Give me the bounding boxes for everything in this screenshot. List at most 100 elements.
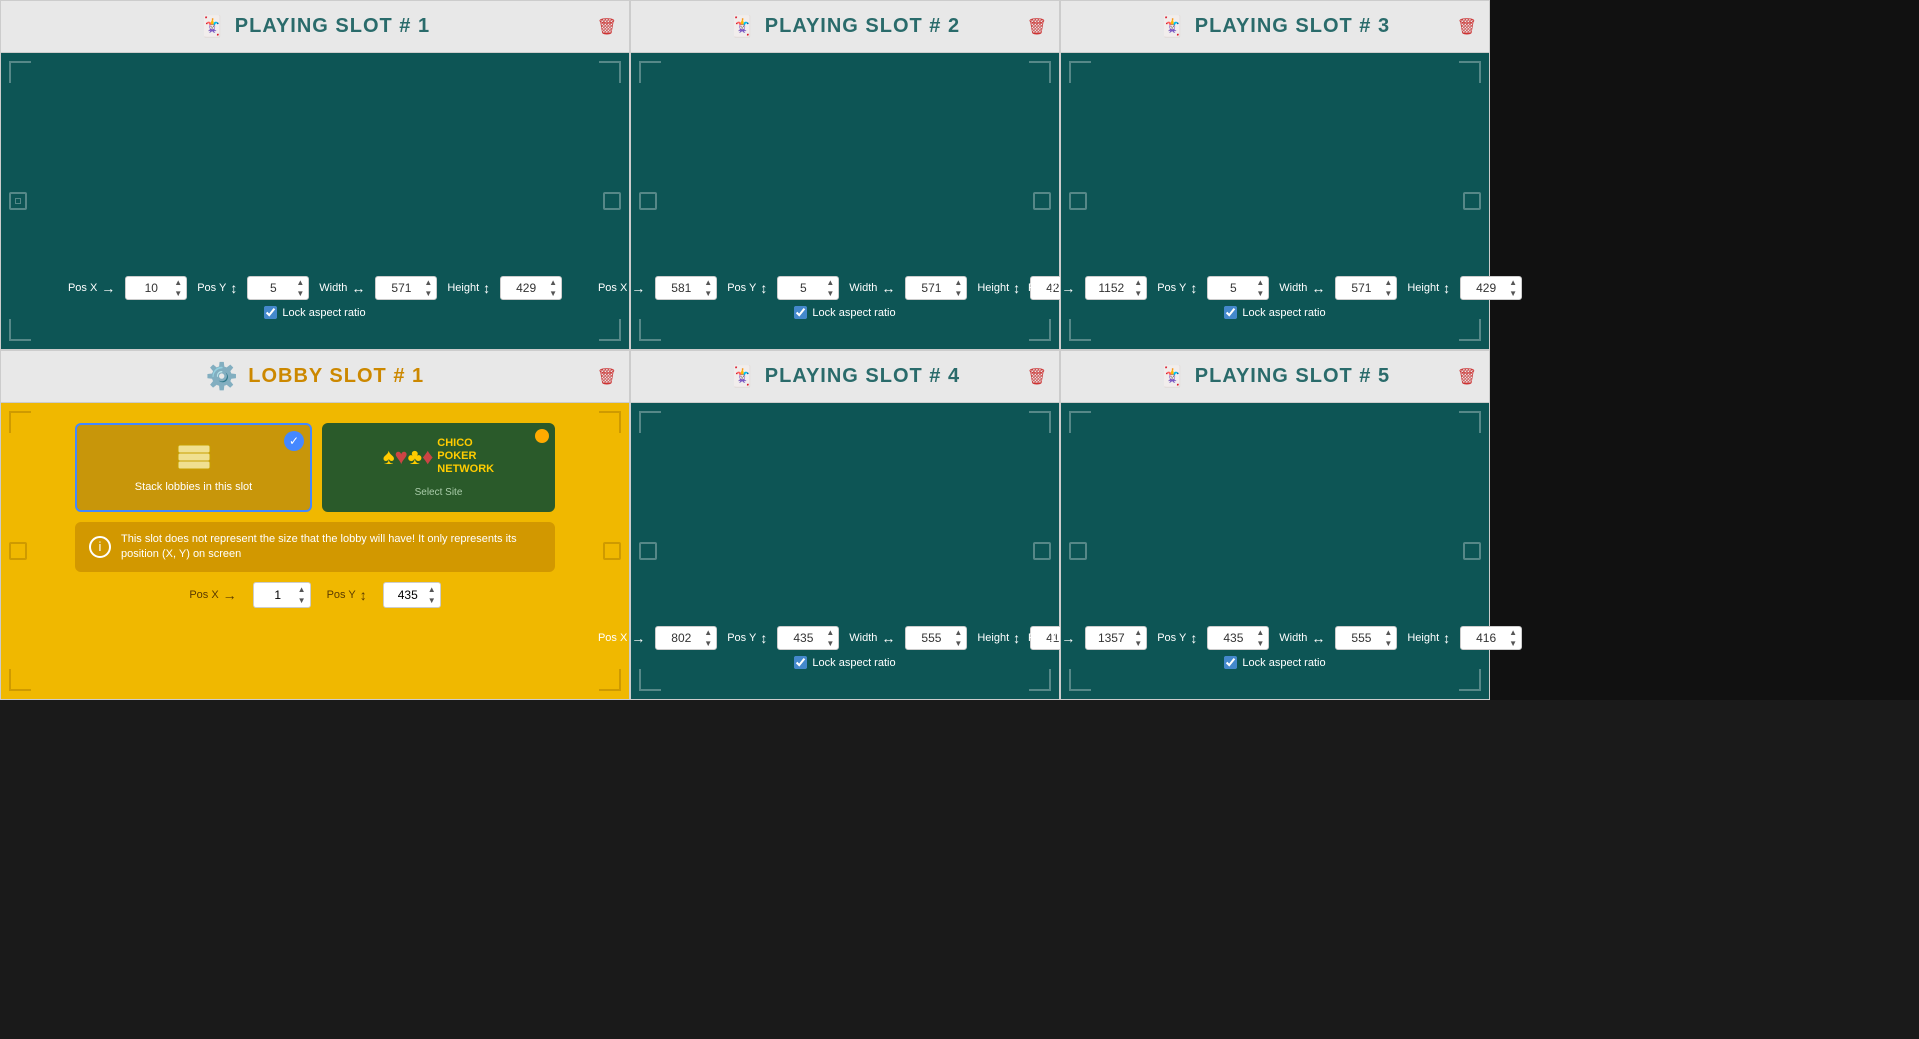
resize-handle-tl-5[interactable]	[1069, 411, 1091, 433]
lobby-pos-y-input[interactable]: 435	[383, 582, 441, 608]
pos-x-field-1[interactable]: 10	[130, 281, 172, 295]
resize-handle-tr-5[interactable]	[1459, 411, 1481, 433]
resize-handle-left-lobby[interactable]	[9, 542, 27, 560]
resize-handle-left-3[interactable]	[1069, 192, 1087, 210]
resize-handle-right-1[interactable]	[603, 192, 621, 210]
height-field-1[interactable]: 429	[505, 281, 547, 295]
slot-3-delete-button[interactable]: 🗑	[1457, 17, 1477, 37]
width-dn-1[interactable]	[424, 288, 432, 299]
width-field-3[interactable]: 571	[1340, 281, 1382, 295]
pos-y-field-2[interactable]: 5	[782, 281, 824, 295]
pos-x-dn-1[interactable]	[174, 288, 182, 299]
width-input-4[interactable]: 555	[905, 626, 967, 650]
pos-y-field-4[interactable]: 435	[782, 631, 824, 645]
width-dn-5[interactable]	[1384, 638, 1392, 649]
resize-handle-br-2[interactable]	[1029, 319, 1051, 341]
pos-y-up-1[interactable]	[296, 277, 304, 288]
resize-handle-bl-1[interactable]	[9, 319, 31, 341]
resize-handle-left-1[interactable]	[9, 192, 27, 210]
width-input-3[interactable]: 571	[1335, 276, 1397, 300]
resize-handle-bl-5[interactable]	[1069, 669, 1091, 691]
pos-x-dn-2[interactable]	[704, 288, 712, 299]
height-input-5[interactable]: 416	[1460, 626, 1522, 650]
resize-handle-tr-lobby[interactable]	[599, 411, 621, 433]
width-up-1[interactable]	[424, 277, 432, 288]
resize-handle-tr-1[interactable]	[599, 61, 621, 83]
pos-y-input-2[interactable]: 5	[777, 276, 839, 300]
pos-y-dn-3[interactable]	[1256, 288, 1264, 299]
resize-handle-right-5[interactable]	[1463, 542, 1481, 560]
width-up-2[interactable]	[954, 277, 962, 288]
lobby-pos-y-dn[interactable]	[428, 595, 436, 606]
lock-ratio-checkbox-3[interactable]	[1224, 306, 1237, 319]
stack-lobbies-option[interactable]: ✓ Stack lobbies in this slot	[75, 423, 312, 512]
resize-handle-tr-4[interactable]	[1029, 411, 1051, 433]
height-dn-5[interactable]	[1509, 638, 1517, 649]
resize-handle-br-5[interactable]	[1459, 669, 1481, 691]
resize-handle-tl-2[interactable]	[639, 61, 661, 83]
pos-y-input-4[interactable]: 435	[777, 626, 839, 650]
pos-x-input-4[interactable]: 802	[655, 626, 717, 650]
pos-y-up-2[interactable]	[826, 277, 834, 288]
width-input-2[interactable]: 571	[905, 276, 967, 300]
width-field-4[interactable]: 555	[910, 631, 952, 645]
pos-x-input-3[interactable]: 1152	[1085, 276, 1147, 300]
height-up-1[interactable]	[549, 277, 557, 288]
width-up-3[interactable]	[1384, 277, 1392, 288]
lobby-pos-x-field[interactable]: 1	[258, 588, 298, 602]
resize-handle-tr-2[interactable]	[1029, 61, 1051, 83]
height-field-5[interactable]: 416	[1465, 631, 1507, 645]
resize-handle-tr-3[interactable]	[1459, 61, 1481, 83]
pos-y-dn-5[interactable]	[1256, 638, 1264, 649]
pos-x-dn-4[interactable]	[704, 638, 712, 649]
resize-handle-tl-1[interactable]	[9, 61, 31, 83]
width-field-2[interactable]: 571	[910, 281, 952, 295]
pos-x-up-2[interactable]	[704, 277, 712, 288]
lobby-pos-y-up[interactable]	[428, 584, 436, 595]
resize-handle-br-lobby[interactable]	[599, 669, 621, 691]
pos-y-up-3[interactable]	[1256, 277, 1264, 288]
resize-handle-left-4[interactable]	[639, 542, 657, 560]
pos-x-up-5[interactable]	[1134, 627, 1142, 638]
pos-y-dn-4[interactable]	[826, 638, 834, 649]
resize-handle-br-3[interactable]	[1459, 319, 1481, 341]
resize-handle-bl-lobby[interactable]	[9, 669, 31, 691]
width-input-5[interactable]: 555	[1335, 626, 1397, 650]
lobby-pos-x-dn[interactable]	[298, 595, 306, 606]
resize-handle-tl-4[interactable]	[639, 411, 661, 433]
resize-handle-left-5[interactable]	[1069, 542, 1087, 560]
height-dn-1[interactable]	[549, 288, 557, 299]
pos-x-up-3[interactable]	[1134, 277, 1142, 288]
width-input-1[interactable]: 571	[375, 276, 437, 300]
width-dn-3[interactable]	[1384, 288, 1392, 299]
pos-x-up-4[interactable]	[704, 627, 712, 638]
resize-handle-bl-4[interactable]	[639, 669, 661, 691]
pos-y-dn-2[interactable]	[826, 288, 834, 299]
lobby-pos-y-field[interactable]: 435	[388, 588, 428, 602]
pos-y-dn-1[interactable]	[296, 288, 304, 299]
resize-handle-left-2[interactable]	[639, 192, 657, 210]
height-up-3[interactable]	[1509, 277, 1517, 288]
pos-y-input-3[interactable]: 5	[1207, 276, 1269, 300]
resize-handle-right-4[interactable]	[1033, 542, 1051, 560]
width-dn-2[interactable]	[954, 288, 962, 299]
pos-x-dn-5[interactable]	[1134, 638, 1142, 649]
slot-4-delete-button[interactable]: 🗑	[1027, 367, 1047, 387]
pos-y-field-3[interactable]: 5	[1212, 281, 1254, 295]
height-input-1[interactable]: 429	[500, 276, 562, 300]
pos-x-field-4[interactable]: 802	[660, 631, 702, 645]
pos-y-up-4[interactable]	[826, 627, 834, 638]
resize-handle-br-4[interactable]	[1029, 669, 1051, 691]
lock-ratio-checkbox-1[interactable]	[264, 306, 277, 319]
lobby-pos-x-up[interactable]	[298, 584, 306, 595]
chico-network-option[interactable]: ♠♥♣♦ CHICO POKER NETWORK Select Site	[322, 423, 555, 512]
resize-handle-bl-3[interactable]	[1069, 319, 1091, 341]
width-field-1[interactable]: 571	[380, 281, 422, 295]
slot-2-delete-button[interactable]: 🗑	[1027, 17, 1047, 37]
resize-handle-tl-lobby[interactable]	[9, 411, 31, 433]
pos-y-field-5[interactable]: 435	[1212, 631, 1254, 645]
lobby-pos-x-input[interactable]: 1	[253, 582, 311, 608]
pos-y-input-1[interactable]: 5	[247, 276, 309, 300]
height-dn-3[interactable]	[1509, 288, 1517, 299]
pos-x-field-3[interactable]: 1152	[1090, 281, 1132, 295]
